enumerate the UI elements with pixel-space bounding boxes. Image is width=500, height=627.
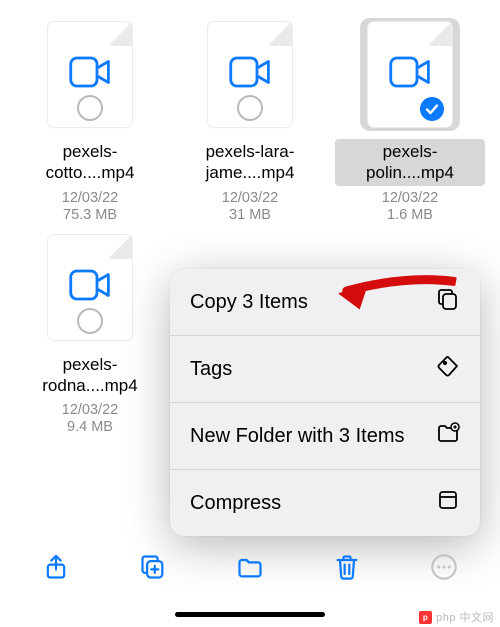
file-item[interactable]: pexels-lara-jame....mp4 12/03/22 31 MB [174,18,326,223]
file-thumbnail [48,235,132,340]
file-name: pexels-polin....mp4 [335,139,485,186]
file-thumbnail [368,22,452,127]
file-item[interactable]: pexels-polin....mp4 12/03/22 1.6 MB [334,18,486,223]
file-name: pexels-rodna....mp4 [15,352,165,399]
delete-button[interactable] [323,547,371,587]
video-icon [69,56,111,93]
file-size: 1.6 MB [387,207,433,223]
progress-ring-icon [77,95,103,121]
tag-icon [436,354,460,384]
bottom-toolbar [0,541,500,593]
file-thumbnail [208,22,292,127]
move-button[interactable] [226,547,274,587]
progress-ring-icon [77,308,103,334]
file-thumbnail [48,22,132,127]
menu-label: Compress [190,491,281,516]
file-size: 75.3 MB [63,207,117,223]
compress-icon [436,488,460,518]
file-date: 12/03/22 [62,402,118,418]
video-icon [229,56,271,93]
file-date: 12/03/22 [222,190,278,206]
file-date: 12/03/22 [62,190,118,206]
progress-ring-icon [237,95,263,121]
share-button[interactable] [32,547,80,587]
file-date: 12/03/22 [382,190,438,206]
file-item[interactable]: pexels-rodna....mp4 12/03/22 9.4 MB [14,231,166,436]
video-icon [69,269,111,306]
file-name: pexels-cotto....mp4 [15,139,165,186]
file-name: pexels-lara-jame....mp4 [175,139,325,186]
more-button[interactable] [420,547,468,587]
menu-tags[interactable]: Tags [170,335,480,402]
menu-new-folder[interactable]: New Folder with 3 Items [170,402,480,469]
file-size: 31 MB [229,207,271,223]
menu-label: Copy 3 Items [190,290,308,315]
file-item[interactable]: pexels-cotto....mp4 12/03/22 75.3 MB [14,18,166,223]
menu-compress[interactable]: Compress [170,469,480,536]
menu-label: Tags [190,357,232,382]
menu-label: New Folder with 3 Items [190,424,405,449]
file-size: 9.4 MB [67,419,113,435]
watermark: pphp 中文网 [419,609,494,625]
new-folder-icon [436,421,460,451]
video-icon [389,56,431,93]
duplicate-button[interactable] [129,547,177,587]
home-indicator[interactable] [175,612,325,617]
checkmark-icon [418,95,446,123]
